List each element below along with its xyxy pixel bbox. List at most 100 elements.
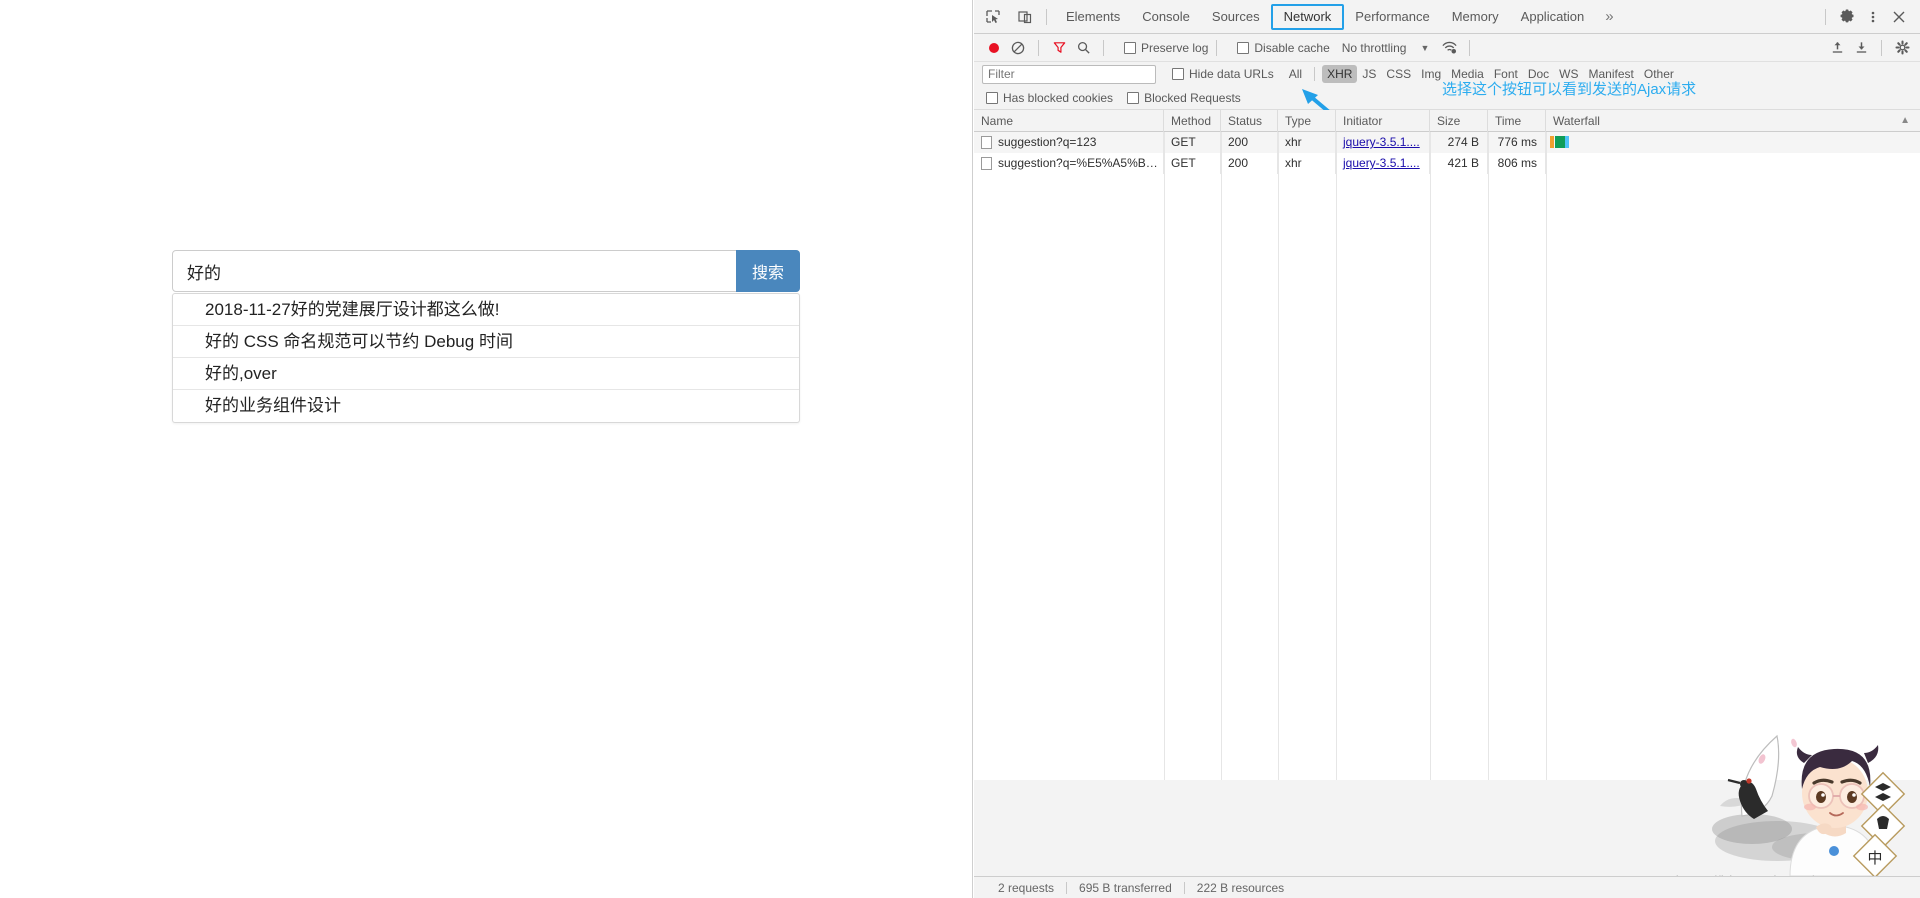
inspect-element-icon[interactable] — [980, 4, 1006, 30]
cell-time: 776 ms — [1488, 132, 1546, 153]
column-header-type[interactable]: Type — [1278, 109, 1336, 132]
cell-method: GET — [1164, 132, 1221, 153]
gear-icon[interactable] — [1834, 4, 1860, 30]
checkbox-box[interactable] — [1124, 41, 1136, 54]
type-filter-img[interactable]: Img — [1416, 65, 1446, 83]
tab-network[interactable]: Network — [1270, 3, 1345, 30]
column-header-initiator[interactable]: Initiator — [1336, 109, 1430, 132]
disable-cache-checkbox[interactable]: Disable cache — [1237, 40, 1330, 55]
type-filter-manifest[interactable]: Manifest — [1584, 65, 1639, 83]
search-icon[interactable] — [1071, 36, 1095, 60]
import-har-icon[interactable] — [1825, 36, 1849, 60]
throttling-value: No throttling — [1341, 40, 1407, 55]
suggestion-item[interactable]: 好的业务组件设计 — [173, 390, 799, 422]
request-name-text: suggestion?q=%E5%A5%B… — [998, 156, 1158, 170]
type-divider — [1314, 67, 1316, 81]
sort-ascending-icon: ▲ — [1900, 114, 1910, 126]
has-blocked-cookies-checkbox[interactable]: Has blocked cookies — [986, 91, 1113, 105]
hide-data-urls-checkbox[interactable]: Hide data URLs — [1172, 67, 1274, 81]
preserve-log-label: Preserve log — [1141, 40, 1209, 55]
clear-icon[interactable] — [1006, 36, 1030, 60]
type-filter-css[interactable]: CSS — [1381, 65, 1416, 83]
preserve-log-checkbox[interactable]: Preserve log — [1124, 41, 1208, 55]
search-input[interactable] — [172, 250, 800, 292]
network-filter-bar: Hide data URLs All XHR JS CSS Img Media … — [974, 62, 1920, 86]
cell-initiator[interactable]: jquery-3.5.1.... — [1336, 132, 1430, 153]
column-header-size[interactable]: Size — [1430, 109, 1488, 132]
column-header-method[interactable]: Method — [1164, 109, 1221, 132]
checkbox-box[interactable] — [1127, 91, 1140, 104]
table-column-guides — [974, 132, 1920, 780]
type-filter-doc[interactable]: Doc — [1523, 65, 1554, 83]
tabstrip-right-controls — [1817, 4, 1920, 30]
filter-input[interactable] — [982, 64, 1156, 84]
cell-initiator[interactable]: jquery-3.5.1.... — [1336, 153, 1430, 174]
type-filter-js[interactable]: JS — [1357, 65, 1381, 83]
cell-type: xhr — [1278, 132, 1336, 153]
cell-method: GET — [1164, 153, 1221, 174]
throttling-dropdown[interactable]: No throttling ▼ — [1342, 41, 1430, 55]
chevron-down-icon: ▼ — [1420, 42, 1430, 53]
column-header-status[interactable]: Status — [1221, 109, 1278, 132]
cell-waterfall — [1546, 132, 1920, 153]
device-toolbar-icon[interactable] — [1012, 4, 1038, 30]
cell-type: xhr — [1278, 153, 1336, 174]
column-header-time[interactable]: Time — [1488, 109, 1546, 132]
type-filter-media[interactable]: Media — [1446, 65, 1489, 83]
checkbox-box[interactable] — [986, 91, 998, 104]
export-har-icon[interactable] — [1849, 36, 1873, 60]
gear-icon[interactable] — [1890, 36, 1914, 60]
web-page-pane: 搜索 2018-11-27好的党建展厅设计都这么做! 好的 CSS 命名规范可以… — [0, 0, 973, 898]
search-widget: 搜索 2018-11-27好的党建展厅设计都这么做! 好的 CSS 命名规范可以… — [172, 250, 800, 423]
suggestion-item[interactable]: 2018-11-27好的党建展厅设计都这么做! — [173, 294, 799, 326]
tab-application[interactable]: Application — [1510, 4, 1596, 30]
close-icon[interactable] — [1886, 4, 1912, 30]
funnel-icon[interactable] — [1047, 36, 1071, 60]
initiator-link[interactable]: jquery-3.5.1.... — [1343, 156, 1420, 170]
tab-console[interactable]: Console — [1131, 4, 1201, 30]
column-header-name[interactable]: Name — [974, 109, 1164, 132]
control-bar-right — [1825, 36, 1920, 60]
record-icon[interactable] — [982, 36, 1006, 60]
search-row: 搜索 — [172, 250, 800, 292]
resource-type-filters: All XHR JS CSS Img Media Font Doc WS Man… — [1284, 65, 1679, 83]
type-filter-font[interactable]: Font — [1489, 65, 1523, 83]
cell-name[interactable]: suggestion?q=123 — [974, 132, 1164, 153]
tab-overflow-button[interactable]: » — [1595, 8, 1623, 25]
column-header-waterfall[interactable]: Waterfall ▲ — [1546, 110, 1920, 132]
toolbar-divider — [1825, 8, 1826, 25]
waterfall-bar-latency — [1565, 136, 1569, 148]
network-table-header: Name Method Status Type Initiator Size T… — [974, 109, 1920, 132]
type-filter-other[interactable]: Other — [1639, 65, 1679, 83]
tab-performance[interactable]: Performance — [1344, 4, 1440, 30]
tab-sources[interactable]: Sources — [1201, 4, 1271, 30]
initiator-link[interactable]: jquery-3.5.1.... — [1343, 135, 1420, 149]
toolbar-divider — [1046, 8, 1047, 25]
cell-name[interactable]: suggestion?q=%E5%A5%B… — [974, 153, 1164, 174]
suggestion-dropdown: 2018-11-27好的党建展厅设计都这么做! 好的 CSS 命名规范可以节约 … — [172, 293, 800, 423]
checkbox-box[interactable] — [1172, 68, 1184, 80]
network-conditions-icon[interactable] — [1437, 36, 1461, 60]
devtools-tabstrip: Elements Console Sources Network Perform… — [974, 0, 1920, 34]
tab-elements[interactable]: Elements — [1055, 4, 1131, 30]
request-file-icon — [981, 157, 992, 170]
kebab-menu-icon[interactable] — [1860, 4, 1886, 30]
suggestion-item[interactable]: 好的 CSS 命名规范可以节约 Debug 时间 — [173, 326, 799, 358]
tab-memory[interactable]: Memory — [1441, 4, 1510, 30]
screenshot-root: 搜索 2018-11-27好的党建展厅设计都这么做! 好的 CSS 命名规范可以… — [0, 0, 1920, 898]
blocked-requests-checkbox[interactable]: Blocked Requests — [1127, 91, 1241, 105]
type-filter-ws[interactable]: WS — [1554, 65, 1583, 83]
checkbox-box[interactable] — [1237, 41, 1250, 54]
type-filter-all[interactable]: All — [1284, 65, 1307, 83]
suggestion-item[interactable]: 好的,over — [173, 358, 799, 390]
svg-text:中: 中 — [1867, 849, 1882, 867]
network-control-bar: Preserve log Disable cache No throttling… — [974, 34, 1920, 62]
disable-cache-label: Disable cache — [1254, 40, 1330, 55]
search-button[interactable]: 搜索 — [736, 250, 800, 292]
table-row[interactable]: suggestion?q=123 GET 200 xhr jquery-3.5.… — [974, 132, 1920, 153]
table-row[interactable]: suggestion?q=%E5%A5%B… GET 200 xhr jquer… — [974, 153, 1920, 174]
request-name-text: suggestion?q=123 — [998, 135, 1097, 149]
toolbar-divider — [1216, 39, 1218, 56]
waterfall-bar-download — [1555, 136, 1565, 148]
type-filter-xhr[interactable]: XHR — [1322, 65, 1358, 83]
